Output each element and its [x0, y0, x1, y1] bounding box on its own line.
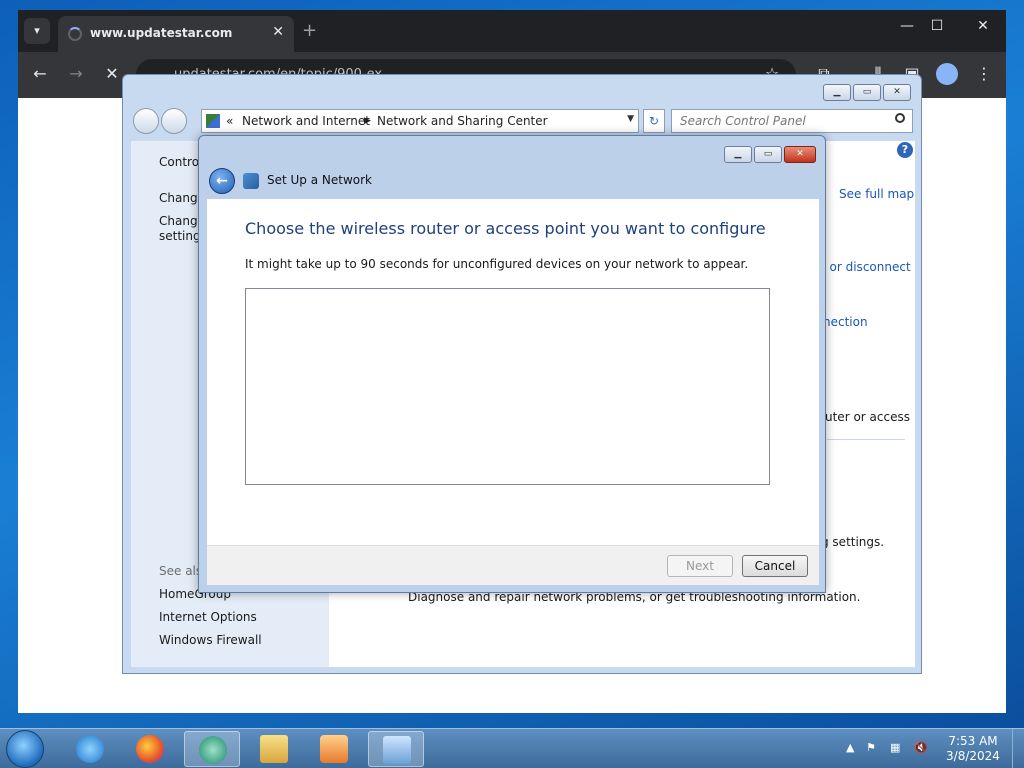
taskbar: ▲ ⚑ ▦ 🔇 7:53 AM 3/8/2024	[0, 728, 1024, 768]
tab-title: www.updatestar.com	[90, 26, 233, 40]
dialog-heading: Choose the wireless router or access poi…	[245, 219, 766, 238]
router-access-text: uter or access	[825, 410, 910, 424]
profile-avatar[interactable]	[936, 63, 958, 85]
start-button[interactable]	[6, 730, 44, 768]
dialog-maximize-button[interactable]: ▭	[754, 146, 782, 163]
cancel-button[interactable]: Cancel	[742, 555, 808, 577]
tab-search-button[interactable]: ▾	[24, 18, 50, 44]
dialog-minimize-button[interactable]: ▁	[724, 146, 752, 163]
dialog-description: It might take up to 90 seconds for uncon…	[245, 257, 749, 271]
maximize-button[interactable]: ▭	[853, 84, 881, 101]
forward-button[interactable]	[161, 108, 187, 134]
browser-app-icon	[199, 736, 227, 764]
side-home-link[interactable]: Control	[159, 155, 202, 169]
show-hidden-icons-icon[interactable]: ▲	[846, 741, 860, 755]
breadcrumb-separator-icon: ▶	[364, 116, 371, 126]
minimize-button[interactable]: —	[892, 18, 922, 34]
browser-tab[interactable]: www.updatestar.com ✕	[58, 16, 294, 52]
close-button[interactable]: ✕	[968, 18, 998, 34]
back-button[interactable]	[133, 108, 159, 134]
control-panel-icon	[206, 114, 220, 128]
clock[interactable]: 7:53 AM 3/8/2024	[940, 734, 1006, 764]
breadcrumb-network-internet[interactable]: Network and Internet	[242, 114, 370, 128]
connection-link[interactable]: nection	[823, 315, 868, 329]
router-list[interactable]	[245, 288, 770, 485]
firefox-icon	[136, 735, 164, 763]
tab-close-icon[interactable]: ✕	[272, 24, 284, 40]
clock-date: 3/8/2024	[946, 749, 1000, 763]
side-windows-firewall-link[interactable]: Windows Firewall	[159, 633, 262, 647]
taskbar-explorer[interactable]	[246, 731, 302, 767]
new-tab-button[interactable]: +	[302, 20, 317, 41]
loading-spinner-icon	[68, 27, 82, 41]
dialog-back-button[interactable]: ←	[209, 168, 235, 194]
dialog-window-controls: ▁ ▭ ✕	[722, 145, 816, 163]
refresh-button[interactable]: ↻	[643, 109, 665, 133]
setup-network-dialog: ▁ ▭ ✕ ← Set Up a Network Choose the wirele…	[198, 135, 826, 593]
help-icon[interactable]: ?	[897, 142, 913, 158]
taskbar-control-panel[interactable]	[368, 731, 424, 767]
media-player-icon	[320, 735, 348, 763]
clock-time: 7:53 AM	[948, 734, 998, 748]
taskbar-media-player[interactable]	[306, 731, 362, 767]
breadcrumb-dropdown-icon[interactable]: ▼	[627, 114, 634, 124]
see-full-map-link[interactable]: See full map	[839, 187, 914, 201]
network-icon[interactable]: ▦	[890, 741, 904, 755]
dialog-footer: Next Cancel	[207, 545, 819, 585]
side-internet-options-link[interactable]: Internet Options	[159, 610, 257, 624]
divider	[827, 439, 905, 440]
search-icon[interactable]	[895, 113, 905, 123]
folder-icon	[260, 735, 288, 763]
window-controls: ▁ ▭ ✕	[821, 83, 911, 101]
maximize-button[interactable]: ☐	[922, 18, 952, 34]
dialog-body: Choose the wireless router or access poi…	[207, 199, 819, 545]
breadcrumb-sharing-center[interactable]: Network and Sharing Center	[377, 114, 548, 128]
breadcrumb-overflow[interactable]: «	[226, 114, 233, 128]
taskbar-internet-explorer[interactable]	[62, 731, 118, 767]
taskbar-chrome[interactable]	[184, 731, 240, 767]
forward-button[interactable]: →	[64, 64, 88, 83]
stop-loading-button[interactable]: ✕	[100, 64, 124, 83]
network-setup-icon	[243, 173, 259, 189]
browser-tab-strip: ▾ www.updatestar.com ✕ + — ☐ ✕	[18, 10, 1006, 52]
back-button[interactable]: ←	[28, 64, 52, 83]
menu-icon[interactable]: ⋮	[972, 64, 996, 83]
settings-text: g settings.	[821, 535, 885, 549]
internet-explorer-icon	[76, 735, 104, 763]
volume-muted-icon[interactable]: 🔇	[914, 741, 928, 755]
dialog-close-button[interactable]: ✕	[784, 146, 816, 163]
next-button[interactable]: Next	[667, 555, 733, 577]
taskbar-firefox[interactable]	[122, 731, 178, 767]
close-button[interactable]: ✕	[883, 84, 911, 101]
control-panel-icon	[383, 736, 411, 764]
dialog-title: Set Up a Network	[267, 173, 373, 187]
minimize-button[interactable]: ▁	[823, 84, 851, 101]
show-desktop-button[interactable]	[1012, 729, 1024, 768]
connect-disconnect-link[interactable]: t or disconnect	[821, 260, 911, 274]
action-center-flag-icon[interactable]: ⚑	[866, 741, 880, 755]
search-input[interactable]	[671, 109, 913, 133]
breadcrumb[interactable]: « Network and Internet ▶ Network and Sha…	[201, 109, 639, 133]
